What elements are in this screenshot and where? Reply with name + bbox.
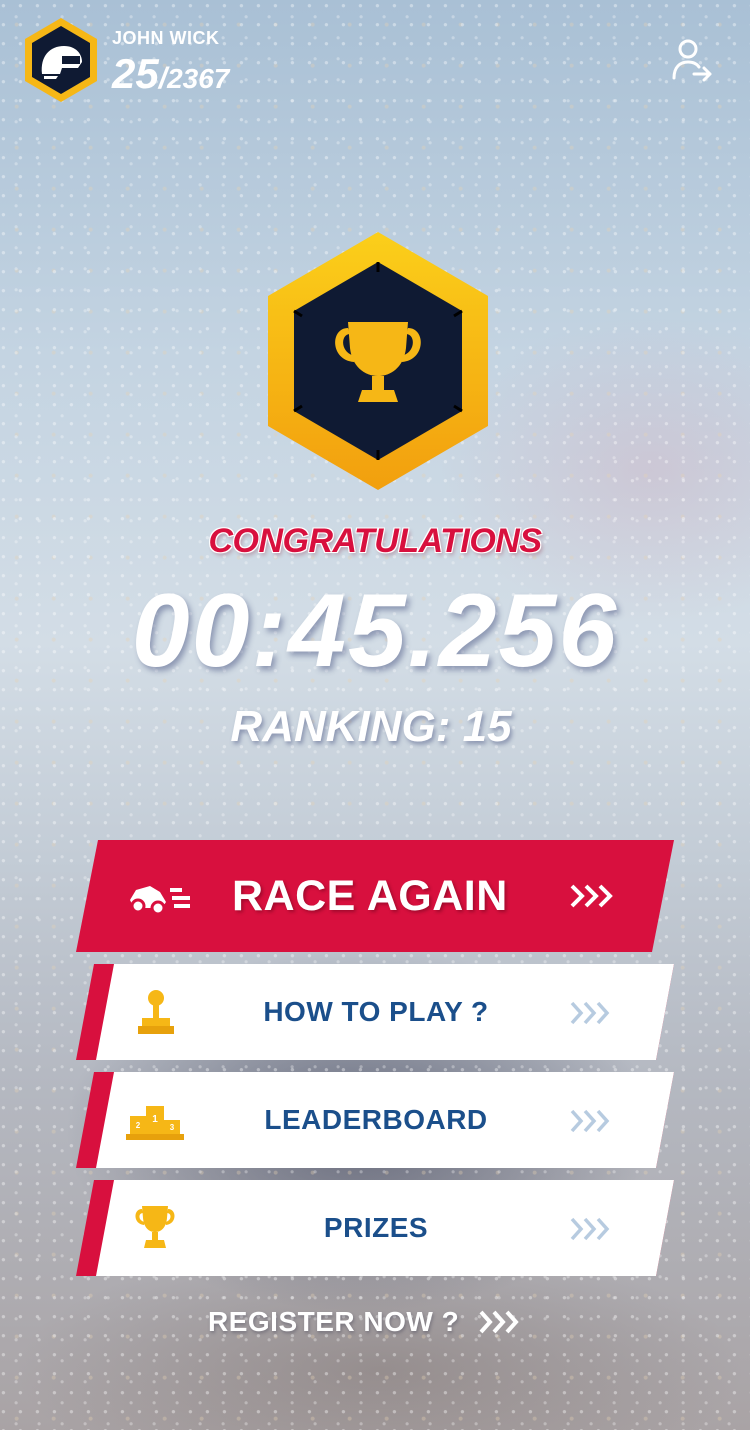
chevrons-right-icon — [570, 1001, 610, 1025]
chevrons-right-icon — [570, 1217, 610, 1241]
score-separator: / — [158, 62, 168, 95]
trophy-badge-icon — [268, 232, 488, 490]
svg-text:2: 2 — [136, 1121, 141, 1130]
how-to-play-button[interactable]: HOW TO PLAY ? — [76, 964, 674, 1060]
register-now-link[interactable]: REGISTER NOW ? — [208, 1300, 525, 1344]
podium-icon: 1 2 3 — [126, 1106, 184, 1140]
svg-text:3: 3 — [170, 1123, 175, 1132]
race-time: 00:45.256 — [131, 573, 619, 689]
chevrons-right-icon — [570, 1109, 610, 1133]
user-score: 25 / 2367 — [112, 50, 229, 98]
svg-text:1: 1 — [152, 1114, 158, 1125]
race-again-button[interactable]: RACE AGAIN — [76, 840, 674, 952]
prizes-label: PRIZES — [323, 1212, 429, 1243]
chevrons-right-icon — [479, 1310, 519, 1334]
joystick-icon — [138, 990, 174, 1034]
ranking-text: RANKING: 15 — [230, 702, 512, 751]
prizes-button[interactable]: PRIZES — [76, 1180, 674, 1276]
trophy-icon — [135, 1206, 175, 1248]
race-car-icon — [130, 886, 190, 916]
score-current: 25 — [112, 50, 159, 97]
leaderboard-label: LEADERBOARD — [264, 1104, 488, 1135]
register-now-label: REGISTER NOW ? — [208, 1306, 460, 1337]
leaderboard-button[interactable]: 1 2 3 LEADERBOARD — [76, 1072, 674, 1168]
chevrons-right-icon — [570, 884, 613, 908]
user-name: JOHN WICK — [112, 28, 220, 48]
helmet-icon[interactable] — [22, 16, 100, 104]
congratulations-title: CONGRATULATIONS — [208, 522, 542, 560]
score-total: 2367 — [167, 63, 230, 94]
race-again-label: RACE AGAIN — [232, 872, 508, 920]
how-to-play-label: HOW TO PLAY ? — [263, 996, 489, 1027]
user-logout-icon[interactable] — [670, 36, 714, 84]
